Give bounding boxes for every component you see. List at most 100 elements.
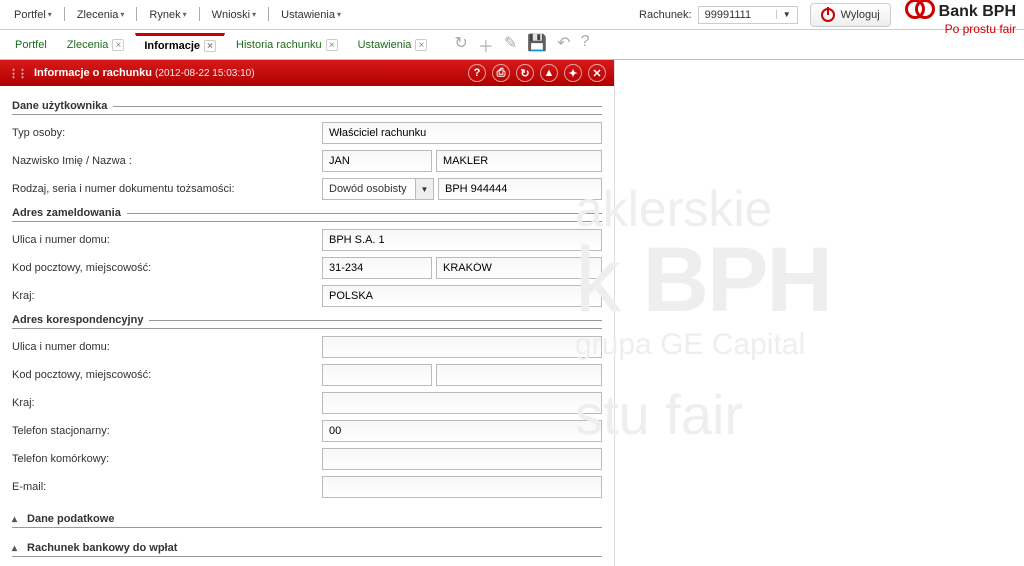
label-typ-osoby: Typ osoby:: [12, 127, 322, 139]
panel-collapse-icon[interactable]: ▲: [540, 64, 558, 82]
menu-portfel[interactable]: Portfel: [8, 7, 58, 23]
brand-logo: Biuro Maklerskie Bank BPH Po prostu fair: [905, 0, 1016, 36]
field-dok-nr[interactable]: [438, 178, 602, 200]
tab-label: Ustawienia: [358, 39, 412, 51]
field-reg-kod[interactable]: [322, 257, 432, 279]
field-cor-miasto[interactable]: [436, 364, 602, 386]
logo-mark-icon: [905, 0, 933, 21]
close-icon[interactable]: ×: [112, 39, 124, 51]
chevron-up-icon: ▴: [12, 514, 17, 525]
menu-rynek[interactable]: Rynek: [143, 7, 192, 23]
power-icon: [821, 8, 835, 22]
close-icon[interactable]: ×: [326, 39, 338, 51]
menu-separator: [199, 7, 200, 21]
toolbar-icons: ↻ ＋ ✎ 💾 ↶ ?: [454, 33, 589, 57]
panel-pin-icon[interactable]: ✦: [564, 64, 582, 82]
info-panel: ⋮⋮ Informacje o rachunku (2012-08-22 15:…: [0, 60, 615, 566]
field-typ-osoby[interactable]: [322, 122, 602, 144]
field-email[interactable]: [322, 476, 602, 498]
panel-close-icon[interactable]: ✕: [588, 64, 606, 82]
section-addr-cor: Adres korespondencyjny: [12, 314, 602, 329]
grip-icon[interactable]: ⋮⋮: [8, 67, 26, 80]
menu-separator: [136, 7, 137, 21]
undo-icon[interactable]: ↶: [557, 33, 570, 57]
tab-label: Portfel: [15, 39, 47, 51]
panel-help-icon[interactable]: ?: [468, 64, 486, 82]
refresh-icon[interactable]: ↻: [454, 33, 467, 57]
add-icon[interactable]: ＋: [478, 33, 494, 57]
tab-zlecenia[interactable]: Zlecenia×: [58, 34, 134, 55]
field-cor-ulica[interactable]: [322, 336, 602, 358]
panel-title: Informacje o rachunku: [34, 67, 152, 79]
select-dok-typ[interactable]: Dowód osobisty ▼: [322, 178, 434, 200]
field-cor-kraj[interactable]: [322, 392, 602, 414]
watermark: aklerskie k BPH grupa GE Capital stu fai…: [575, 180, 1024, 447]
label-cor-kod: Kod pocztowy, miejscowość:: [12, 369, 322, 381]
field-cor-kod[interactable]: [322, 364, 432, 386]
label-kraj: Kraj:: [12, 290, 322, 302]
tab-historia[interactable]: Historia rachunku ×: [227, 34, 347, 55]
section-user: Dane użytkownika: [12, 100, 602, 115]
panel-print-icon[interactable]: ⎙: [492, 64, 510, 82]
section-bank-in[interactable]: ▴ Rachunek bankowy do wpłat: [12, 542, 602, 557]
field-reg-ulica[interactable]: [322, 229, 602, 251]
label-tel-kom: Telefon komórkowy:: [12, 453, 322, 465]
brand-line2: Bank BPH: [939, 3, 1016, 21]
right-panel: aklerskie k BPH grupa GE Capital stu fai…: [615, 60, 1024, 566]
menu-zlecenia[interactable]: Zlecenia: [71, 7, 131, 23]
chevron-down-icon: ▼: [776, 10, 791, 19]
field-tel-kom[interactable]: [322, 448, 602, 470]
section-tax-label: Dane podatkowe: [27, 513, 114, 525]
field-nazwisko[interactable]: [436, 150, 602, 172]
menu-separator: [268, 7, 269, 21]
tab-label: Informacje: [144, 40, 200, 52]
chevron-down-icon: ▼: [415, 179, 433, 199]
logout-button[interactable]: Wyloguj: [810, 3, 891, 27]
field-reg-kraj[interactable]: [322, 285, 602, 307]
tab-portfel[interactable]: Portfel: [6, 34, 56, 55]
save-icon[interactable]: 💾: [527, 33, 547, 57]
top-bar: Portfel Zlecenia Rynek Wnioski Ustawieni…: [0, 0, 1024, 30]
help-icon[interactable]: ?: [581, 33, 590, 57]
label-cor-ulica: Ulica i numer domu:: [12, 341, 322, 353]
field-imie[interactable]: [322, 150, 432, 172]
field-tel-st[interactable]: [322, 420, 602, 442]
tab-label: Historia rachunku: [236, 39, 322, 51]
tab-ustawienia[interactable]: Ustawienia×: [349, 34, 437, 55]
menu-wnioski[interactable]: Wnioski: [206, 7, 263, 23]
panel-refresh-icon[interactable]: ↻: [516, 64, 534, 82]
section-bank-in-label: Rachunek bankowy do wpłat: [27, 542, 177, 554]
label-email: E-mail:: [12, 481, 322, 493]
label-tel-st: Telefon stacjonarny:: [12, 425, 322, 437]
field-reg-miasto[interactable]: [436, 257, 602, 279]
form-body: Dane użytkownika Typ osoby: Nazwisko Imi…: [0, 86, 614, 566]
chevron-up-icon: ▴: [12, 543, 17, 554]
close-icon[interactable]: ×: [415, 39, 427, 51]
close-icon[interactable]: ×: [204, 40, 216, 52]
tabs-row: Portfel Zlecenia× Informacje× Historia r…: [0, 30, 1024, 60]
label-dokument: Rodzaj, seria i numer dokumentu tożsamoś…: [12, 183, 322, 195]
account-select[interactable]: 99991111 ▼: [698, 6, 798, 24]
label-kod: Kod pocztowy, miejscowość:: [12, 262, 322, 274]
tab-label: Zlecenia: [67, 39, 109, 51]
section-tax[interactable]: ▴ Dane podatkowe: [12, 513, 602, 528]
panel-timestamp: (2012-08-22 15:03:10): [155, 68, 255, 79]
main-menu: Portfel Zlecenia Rynek Wnioski Ustawieni…: [8, 7, 347, 23]
content-area: ⋮⋮ Informacje o rachunku (2012-08-22 15:…: [0, 60, 1024, 566]
label-ulica: Ulica i numer domu:: [12, 234, 322, 246]
menu-separator: [64, 7, 65, 21]
panel-header: ⋮⋮ Informacje o rachunku (2012-08-22 15:…: [0, 60, 614, 86]
label-cor-kraj: Kraj:: [12, 397, 322, 409]
account-value: 99991111: [705, 9, 752, 21]
logout-label: Wyloguj: [841, 9, 880, 21]
tab-informacje[interactable]: Informacje ×: [135, 33, 225, 56]
row-nazwisko: Nazwisko Imię / Nazwa :: [12, 149, 602, 173]
row-typ-osoby: Typ osoby:: [12, 121, 602, 145]
account-label: Rachunek:: [639, 9, 692, 21]
menu-ustawienia[interactable]: Ustawienia: [275, 7, 347, 23]
label-nazwisko: Nazwisko Imię / Nazwa :: [12, 155, 322, 167]
section-addr-reg: Adres zameldowania: [12, 207, 602, 222]
edit-icon[interactable]: ✎: [504, 33, 517, 57]
row-dokument: Rodzaj, seria i numer dokumentu tożsamoś…: [12, 177, 602, 201]
select-dok-typ-value: Dowód osobisty: [323, 183, 415, 195]
